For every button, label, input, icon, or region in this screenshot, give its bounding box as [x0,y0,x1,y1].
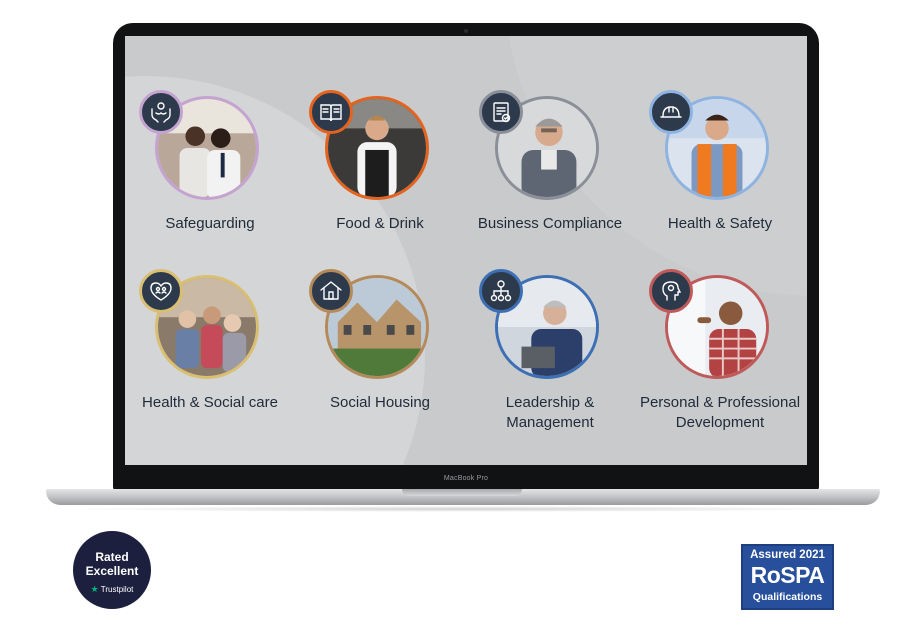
laptop-model-label: MacBook Pro [443,475,489,482]
rospa-year-text: Assured 2021 [750,549,825,561]
category-food-drink[interactable]: Food & Drink [295,90,465,244]
category-label: Personal & Professional [639,394,801,411]
hard-hat-icon [649,90,693,134]
clipboard-check-icon [479,90,523,134]
category-health-social-care[interactable]: Health & Social care [125,269,295,423]
category-safeguarding[interactable]: Safeguarding [125,90,295,244]
category-grid: Safeguarding Food & Drink Business Compl… [125,36,807,465]
trustpilot-badge[interactable]: Rated Excellent ★ Trustpilot [73,531,151,609]
category-social-housing[interactable]: Social Housing [295,269,465,423]
rospa-badge: Assured 2021 RoSPA Qualifications [741,544,834,610]
trustpilot-rated-text: Rated [95,550,129,564]
trustpilot-brand-text: Trustpilot [100,585,134,594]
rospa-logo-text: RoSPA [750,562,825,588]
laptop-notch [402,489,522,496]
category-label-line2: Development [675,414,765,431]
hands-care-icon [139,90,183,134]
category-label-line2: Management [506,414,594,431]
category-health-safety[interactable]: Health & Safety [635,90,805,244]
camera-dot [464,29,468,33]
house-icon [309,269,353,313]
category-business-compliance[interactable]: Business Compliance [465,90,635,244]
trustpilot-excellent-text: Excellent [85,564,139,578]
category-leadership-management[interactable]: Leadership & Management [465,269,635,431]
trustpilot-star-icon: ★ [90,584,99,594]
category-personal-professional-development[interactable]: Personal & Professional Development [635,269,805,431]
category-label: Food & Drink [336,215,424,232]
head-gear-icon [649,269,693,313]
category-label: Business Compliance [477,215,623,232]
recipe-book-icon [309,90,353,134]
category-label: Safeguarding [165,215,255,232]
network-person-icon [479,269,523,313]
heart-people-icon [139,269,183,313]
category-label: Social Housing [329,394,431,411]
category-label: Health & Social care [142,394,278,411]
category-label: Leadership & [505,394,595,411]
laptop-bezel: Safeguarding Food & Drink Business Compl… [113,23,819,491]
category-label: Health & Safety [667,215,773,232]
trustpilot-brand: ★ Trustpilot [73,584,151,595]
laptop-screen: Safeguarding Food & Drink Business Compl… [125,36,807,465]
laptop-shadow [60,506,866,512]
rospa-qualifications-text: Qualifications [752,591,823,603]
